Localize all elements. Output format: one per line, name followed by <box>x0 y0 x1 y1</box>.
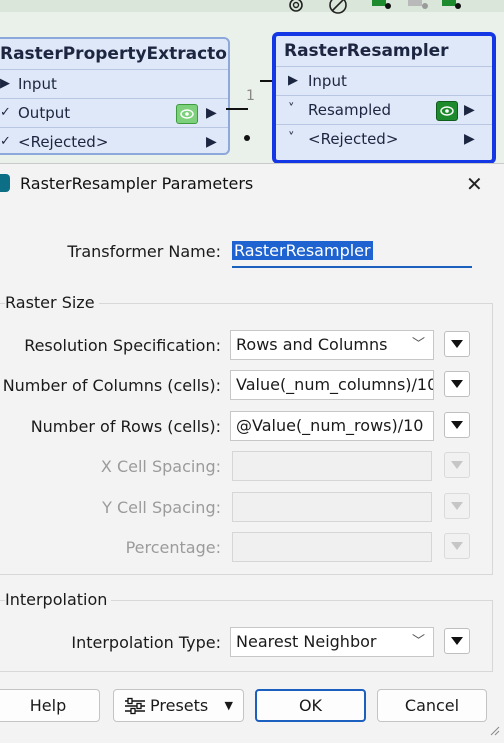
number-of-columns-menu-button[interactable] <box>444 371 470 397</box>
field-value: Value(_num_columns)/10 <box>236 375 434 394</box>
transformer-node-rasterpropertyextractor[interactable]: RasterPropertyExtractor ▶ Input ✓ Output… <box>0 37 230 155</box>
number-of-columns-label: Number of Columns (cells): <box>2 376 221 395</box>
triangle-down-icon <box>451 637 463 645</box>
y-cell-spacing-menu-button <box>444 493 470 519</box>
chevron-down-icon: ˅ <box>288 131 295 146</box>
help-button[interactable]: Help <box>0 689 100 722</box>
presets-button[interactable]: Presets ▼ <box>113 689 244 722</box>
triangle-down-icon <box>451 380 463 388</box>
port-label: Output <box>18 104 71 122</box>
rejected-arrow-icon: ▶ <box>464 131 475 147</box>
triangle-down-icon <box>451 542 463 550</box>
number-of-columns-field[interactable]: Value(_num_columns)/10 <box>230 370 434 400</box>
output-port[interactable]: ✓ Output ▶ <box>0 98 228 127</box>
cancel-button[interactable]: Cancel <box>377 689 487 722</box>
chevron-down-icon: ✓ <box>0 134 11 149</box>
transformer-name-value: RasterResampler <box>232 241 373 260</box>
dialog-title: RasterResampler Parameters <box>20 174 254 193</box>
workspace-canvas[interactable]: RasterPropertyExtractor ▶ Input ✓ Output… <box>0 0 504 165</box>
gear-icon[interactable] <box>283 0 309 16</box>
chevron-down-icon: ﹀ <box>411 634 425 649</box>
eye-icon[interactable] <box>436 101 458 121</box>
dropdown-arrow-icon: ▼ <box>224 699 233 712</box>
button-label: Presets <box>150 696 209 715</box>
rejected-port[interactable]: ✓ <Rejected> ▶ <box>0 127 228 156</box>
interpolation-type-menu-button[interactable] <box>444 628 470 654</box>
parameters-dialog: RasterResampler Parameters ✕ Transformer… <box>0 163 504 743</box>
percentage-field <box>232 532 432 562</box>
disable-icon[interactable] <box>325 0 351 16</box>
link-count: 1 <box>246 88 255 104</box>
sliders-icon <box>125 697 145 714</box>
number-of-rows-field[interactable]: @Value(_num_rows)/10 <box>230 411 434 441</box>
select-value: Rows and Columns <box>236 335 388 354</box>
y-cell-spacing-label: Y Cell Spacing: <box>102 498 221 517</box>
number-of-rows-label: Number of Rows (cells): <box>30 417 221 436</box>
button-label: Cancel <box>404 696 460 715</box>
x-cell-spacing-label: X Cell Spacing: <box>100 457 221 476</box>
output-arrow-icon: ▶ <box>206 105 217 121</box>
run-to-here-icon[interactable] <box>369 0 395 16</box>
triangle-down-icon <box>451 421 463 429</box>
output-arrow-icon: ▶ <box>464 102 475 118</box>
ok-button[interactable]: OK <box>255 689 366 722</box>
close-icon[interactable]: ✕ <box>466 172 483 196</box>
x-cell-spacing-menu-button <box>444 452 470 478</box>
button-label: OK <box>298 696 323 715</box>
field-value: @Value(_num_rows)/10 <box>236 416 424 435</box>
button-label: Help <box>29 696 67 715</box>
interpolation-group-title: Interpolation <box>5 590 112 609</box>
port-label: <Rejected> <box>18 133 109 151</box>
resolution-specification-label: Resolution Specification: <box>24 336 221 355</box>
triangle-down-icon <box>451 461 463 469</box>
resolution-specification-select[interactable]: Rows and Columns ﹀ <box>230 330 434 360</box>
rejected-port[interactable]: ˅ <Rejected> ▶ <box>276 124 492 153</box>
port-label: <Rejected> <box>308 130 399 148</box>
run-icon[interactable] <box>439 0 465 16</box>
input-port[interactable]: ▶ Input <box>276 66 492 95</box>
resize-grip-icon[interactable] <box>488 724 500 736</box>
chevron-down-icon: ˅ <box>288 102 295 117</box>
transformer-name-field[interactable]: RasterResampler <box>232 236 472 268</box>
input-port[interactable]: ▶ Input <box>0 69 228 98</box>
interpolation-type-label: Interpolation Type: <box>71 633 221 652</box>
eye-icon[interactable] <box>176 104 198 124</box>
triangle-down-icon <box>451 340 463 348</box>
chevron-down-icon: ✓ <box>0 105 11 120</box>
transformer-name-label: Transformer Name: <box>67 242 221 261</box>
port-label: Input <box>308 72 347 90</box>
resolution-specification-menu-button[interactable] <box>444 331 470 357</box>
x-cell-spacing-field <box>232 451 432 481</box>
port-label: Resampled <box>308 101 392 119</box>
triangle-down-icon <box>451 502 463 510</box>
transformer-node-rasterresampler[interactable]: RasterResampler ▶ Input ˅ Resampled ▶ ˅ … <box>272 32 496 164</box>
percentage-menu-button <box>444 533 470 559</box>
port-label: Input <box>18 75 57 93</box>
resampled-port[interactable]: ˅ Resampled ▶ <box>276 95 492 124</box>
chevron-down-icon: ﹀ <box>411 337 425 352</box>
interpolation-type-select[interactable]: Nearest Neighbor ﹀ <box>230 627 434 657</box>
app-icon <box>0 174 10 192</box>
select-value: Nearest Neighbor <box>236 632 377 651</box>
input-arrow-icon: ▶ <box>288 73 298 88</box>
dialog-titlebar[interactable]: RasterResampler Parameters ✕ <box>0 164 504 204</box>
node-title: RasterPropertyExtractor <box>0 44 228 64</box>
raster-size-group-title: Raster Size <box>5 293 99 312</box>
y-cell-spacing-field <box>232 492 432 522</box>
run-from-here-icon[interactable] <box>405 0 431 16</box>
rejected-arrow-icon: ▶ <box>206 134 217 150</box>
percentage-label: Percentage: <box>125 538 221 557</box>
node-title: RasterResampler <box>284 41 449 61</box>
number-of-rows-menu-button[interactable] <box>444 412 470 438</box>
input-arrow-icon: ▶ <box>0 76 10 91</box>
